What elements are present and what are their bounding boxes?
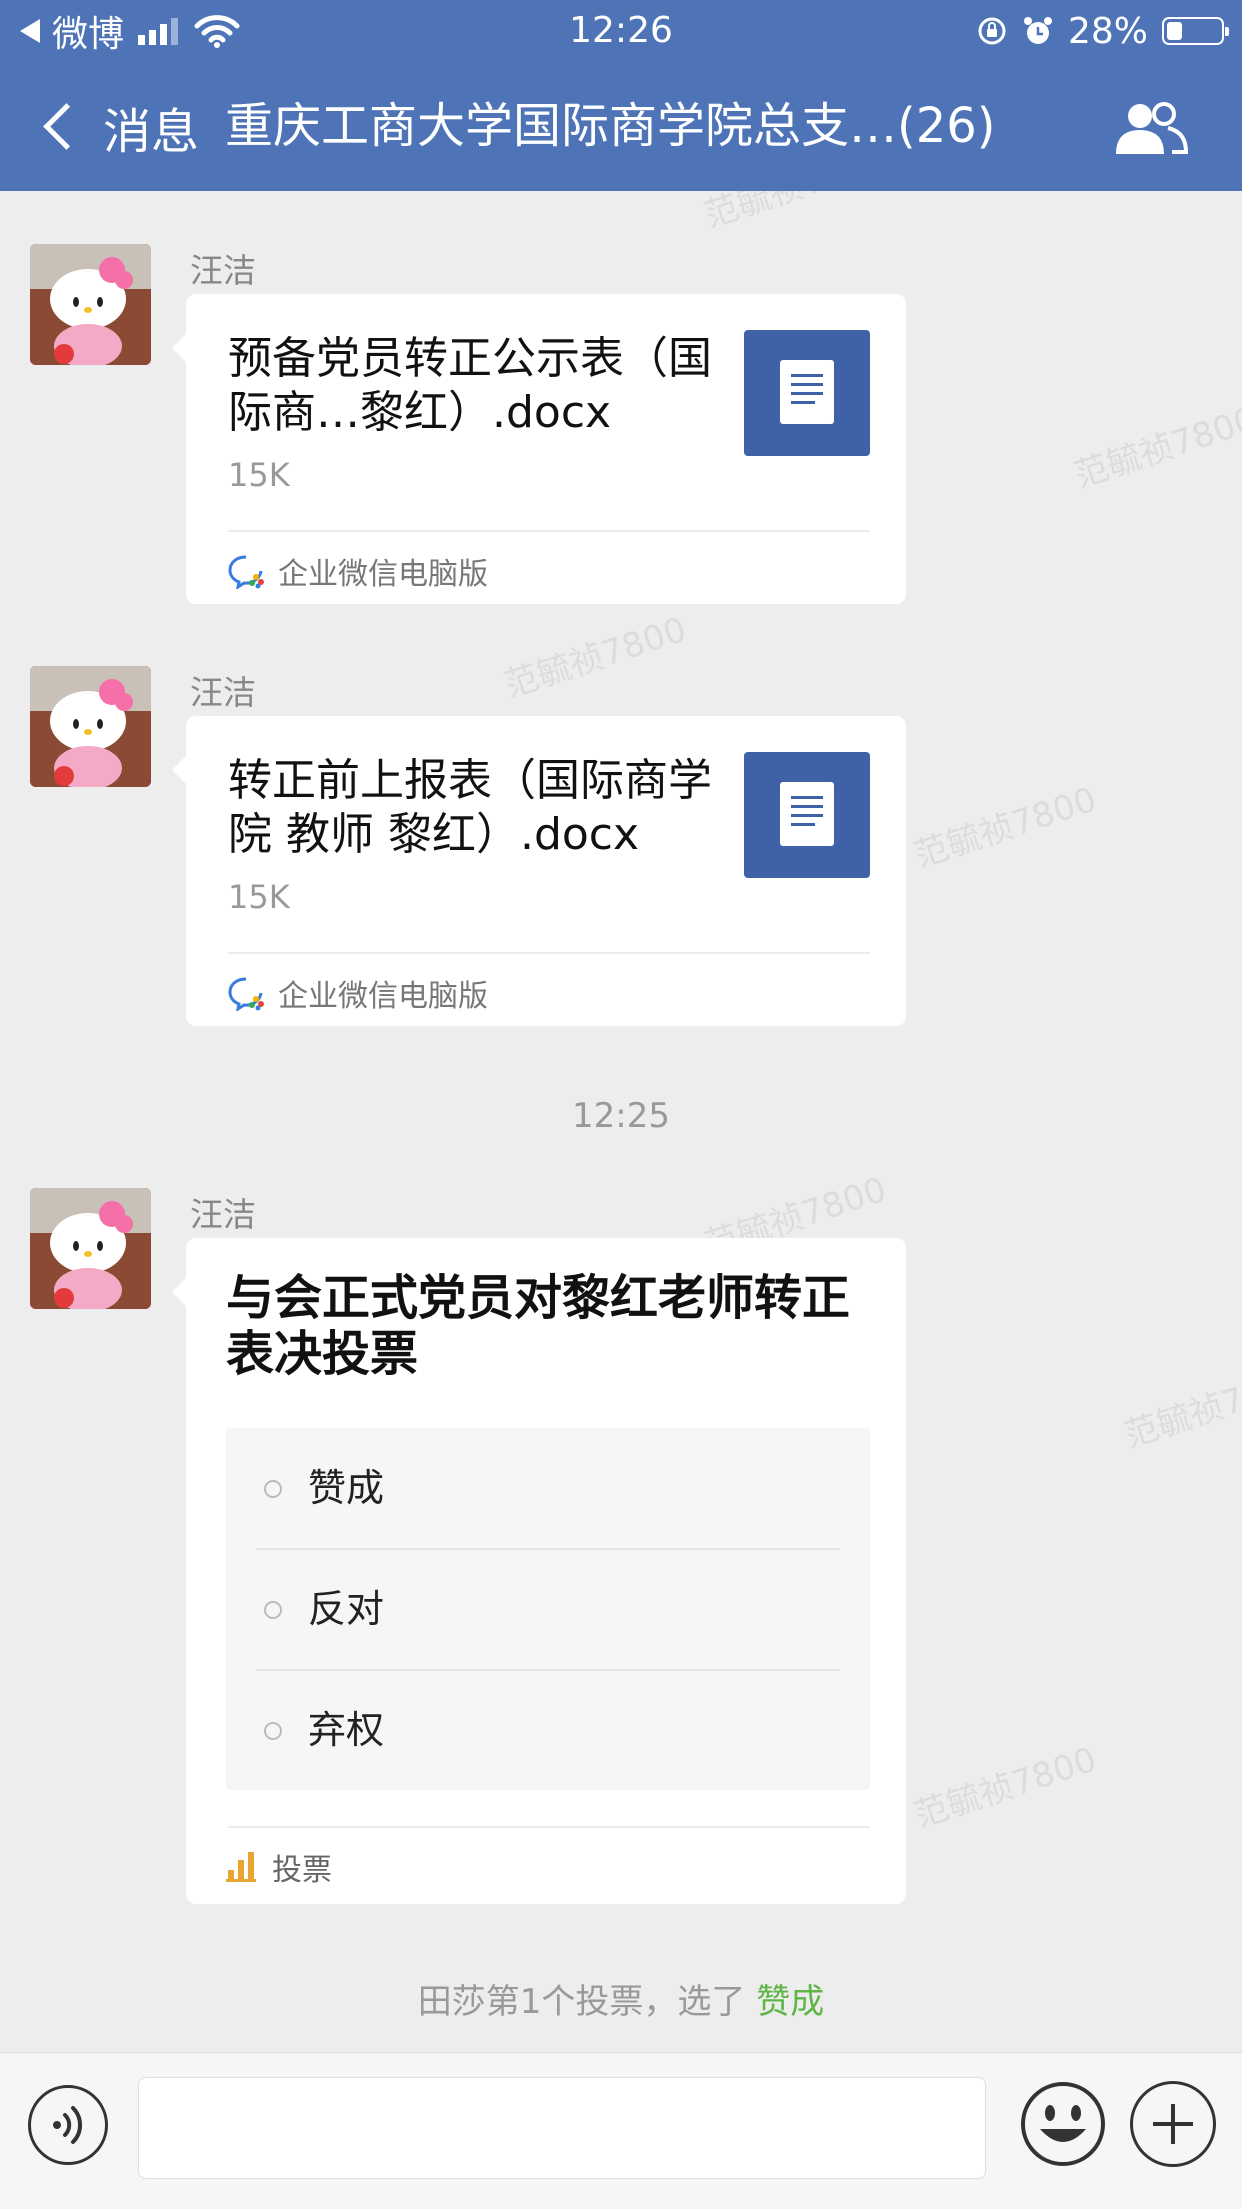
- back-label: 消息: [103, 103, 200, 160]
- chat-title: 重庆工商大学国际商学院总支…(26): [225, 98, 996, 154]
- hello-kitty-avatar-icon: [30, 666, 151, 787]
- vote-option[interactable]: 赞成: [226, 1428, 870, 1548]
- card-footer: 投票: [226, 1842, 332, 1892]
- vote-option[interactable]: 反对: [226, 1549, 870, 1669]
- avatar[interactable]: [30, 1188, 151, 1309]
- sender-name: 汪洁: [190, 1195, 256, 1234]
- vote-option-label: 弃权: [308, 1708, 385, 1752]
- file-size: 15K: [228, 878, 290, 916]
- wecom-icon: [228, 555, 264, 589]
- vote-option-label: 反对: [308, 1587, 385, 1631]
- vote-option-label: 赞成: [308, 1466, 385, 1510]
- rotation-lock-icon: [978, 17, 1006, 45]
- word-document-icon: [744, 752, 870, 878]
- vote-option[interactable]: 弃权: [226, 1670, 870, 1790]
- radio-circle-icon: [264, 1601, 282, 1619]
- chevron-left-icon: [43, 103, 90, 150]
- sender-name: 汪洁: [190, 251, 256, 290]
- vote-notice-choice[interactable]: 赞成: [756, 1982, 824, 2022]
- group-members-icon[interactable]: [1110, 98, 1190, 158]
- vote-title: 与会正式党员对黎红老师转正表决投票: [226, 1270, 851, 1382]
- file-size: 15K: [228, 456, 290, 494]
- more-options-button[interactable]: [1130, 2081, 1216, 2167]
- status-bar: 微博 12:26 28%: [0, 0, 1242, 62]
- file-name: 转正前上报表（国际商学院 教师 黎红）.docx: [228, 755, 712, 860]
- vote-notice-text: 田莎第1个投票，选了: [417, 1982, 757, 2022]
- vote-options: 赞成 反对 弃权: [226, 1428, 870, 1790]
- watermark: 范毓祯7800: [909, 779, 1102, 876]
- avatar[interactable]: [30, 666, 151, 787]
- watermark: 范毓祯7800: [1069, 399, 1242, 496]
- vote-notice: 田莎第1个投票，选了 赞成: [0, 1974, 1242, 2023]
- voice-input-button[interactable]: [28, 2085, 108, 2165]
- sender-name: 汪洁: [190, 673, 256, 712]
- card-footer: 企业微信电脑版: [228, 968, 488, 1018]
- emoji-button[interactable]: [1020, 2081, 1106, 2167]
- navigation-bar: 消息 重庆工商大学国际商学院总支…(26): [0, 62, 1242, 191]
- message-input[interactable]: [138, 2077, 986, 2179]
- file-name: 预备党员转正公示表（国际商…黎红）.docx: [228, 333, 712, 438]
- input-bar: [0, 2052, 1242, 2209]
- avatar[interactable]: [30, 244, 151, 365]
- battery-level: [1167, 22, 1182, 40]
- vote-label: 投票: [272, 1853, 332, 1888]
- watermark: 范毓祯7800: [499, 609, 692, 706]
- status-right: 28%: [976, 6, 1229, 56]
- time-divider: 12:25: [572, 1096, 670, 1136]
- battery-icon: [1162, 17, 1229, 45]
- source-label: 企业微信电脑版: [278, 557, 488, 592]
- hello-kitty-avatar-icon: [30, 1188, 151, 1309]
- bar-chart-icon: [226, 1852, 256, 1882]
- file-message-card[interactable]: 预备党员转正公示表（国际商…黎红）.docx 15K 企业微信电脑版: [172, 294, 906, 604]
- card-divider: [228, 1826, 870, 1828]
- word-document-icon: [744, 330, 870, 456]
- watermark: 范毓祯7800: [909, 1739, 1102, 1836]
- radio-circle-icon: [264, 1480, 282, 1498]
- card-footer: 企业微信电脑版: [228, 546, 488, 596]
- card-divider: [228, 530, 870, 532]
- wecom-icon: [228, 977, 264, 1011]
- file-message-card[interactable]: 转正前上报表（国际商学院 教师 黎红）.docx 15K 企业微信电脑版: [172, 716, 906, 1026]
- card-divider: [228, 952, 870, 954]
- watermark: 范毓祯7800: [1119, 1359, 1242, 1456]
- radio-circle-icon: [264, 1722, 282, 1740]
- battery-percent: 28%: [1067, 10, 1148, 52]
- source-label: 企业微信电脑版: [278, 979, 488, 1014]
- hello-kitty-avatar-icon: [30, 244, 151, 365]
- voice-wave-icon: [53, 2106, 83, 2144]
- back-button[interactable]: 消息: [40, 62, 199, 191]
- alarm-icon: [1023, 17, 1052, 44]
- vote-message-card[interactable]: 与会正式党员对黎红老师转正表决投票 赞成 反对 弃权 投票: [172, 1238, 906, 1904]
